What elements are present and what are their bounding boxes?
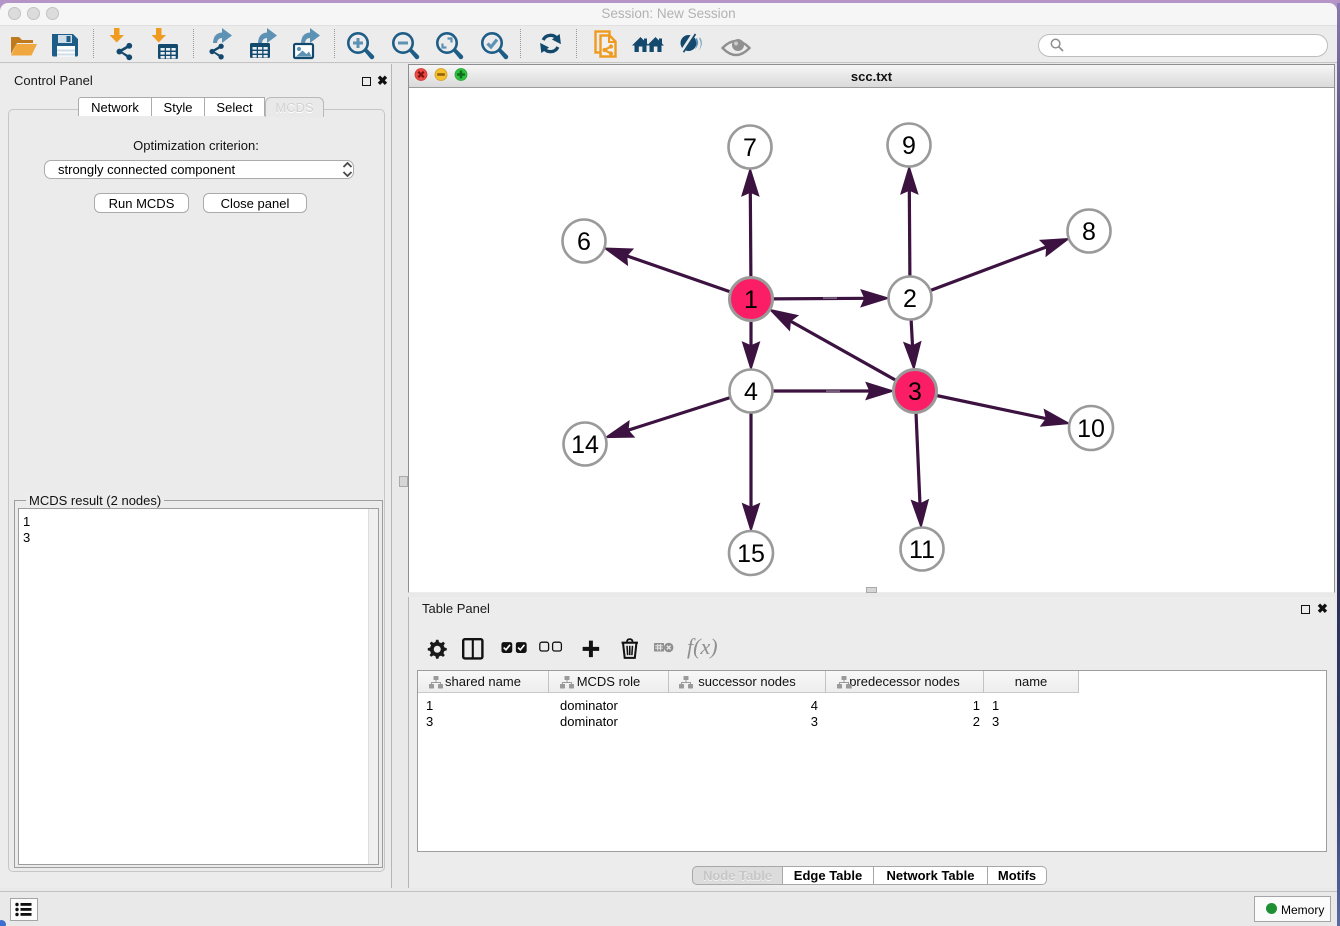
svg-text:9: 9	[902, 132, 916, 160]
svg-text:14: 14	[571, 431, 599, 459]
svg-text:4: 4	[744, 378, 758, 406]
svg-text:11: 11	[909, 536, 935, 564]
svg-text:1: 1	[744, 286, 758, 314]
svg-text:15: 15	[737, 540, 765, 568]
svg-text:6: 6	[577, 228, 591, 256]
svg-text:7: 7	[743, 134, 757, 162]
svg-text:3: 3	[908, 378, 922, 406]
svg-text:10: 10	[1077, 415, 1105, 443]
svg-text:8: 8	[1082, 218, 1096, 246]
svg-text:2: 2	[903, 285, 917, 313]
